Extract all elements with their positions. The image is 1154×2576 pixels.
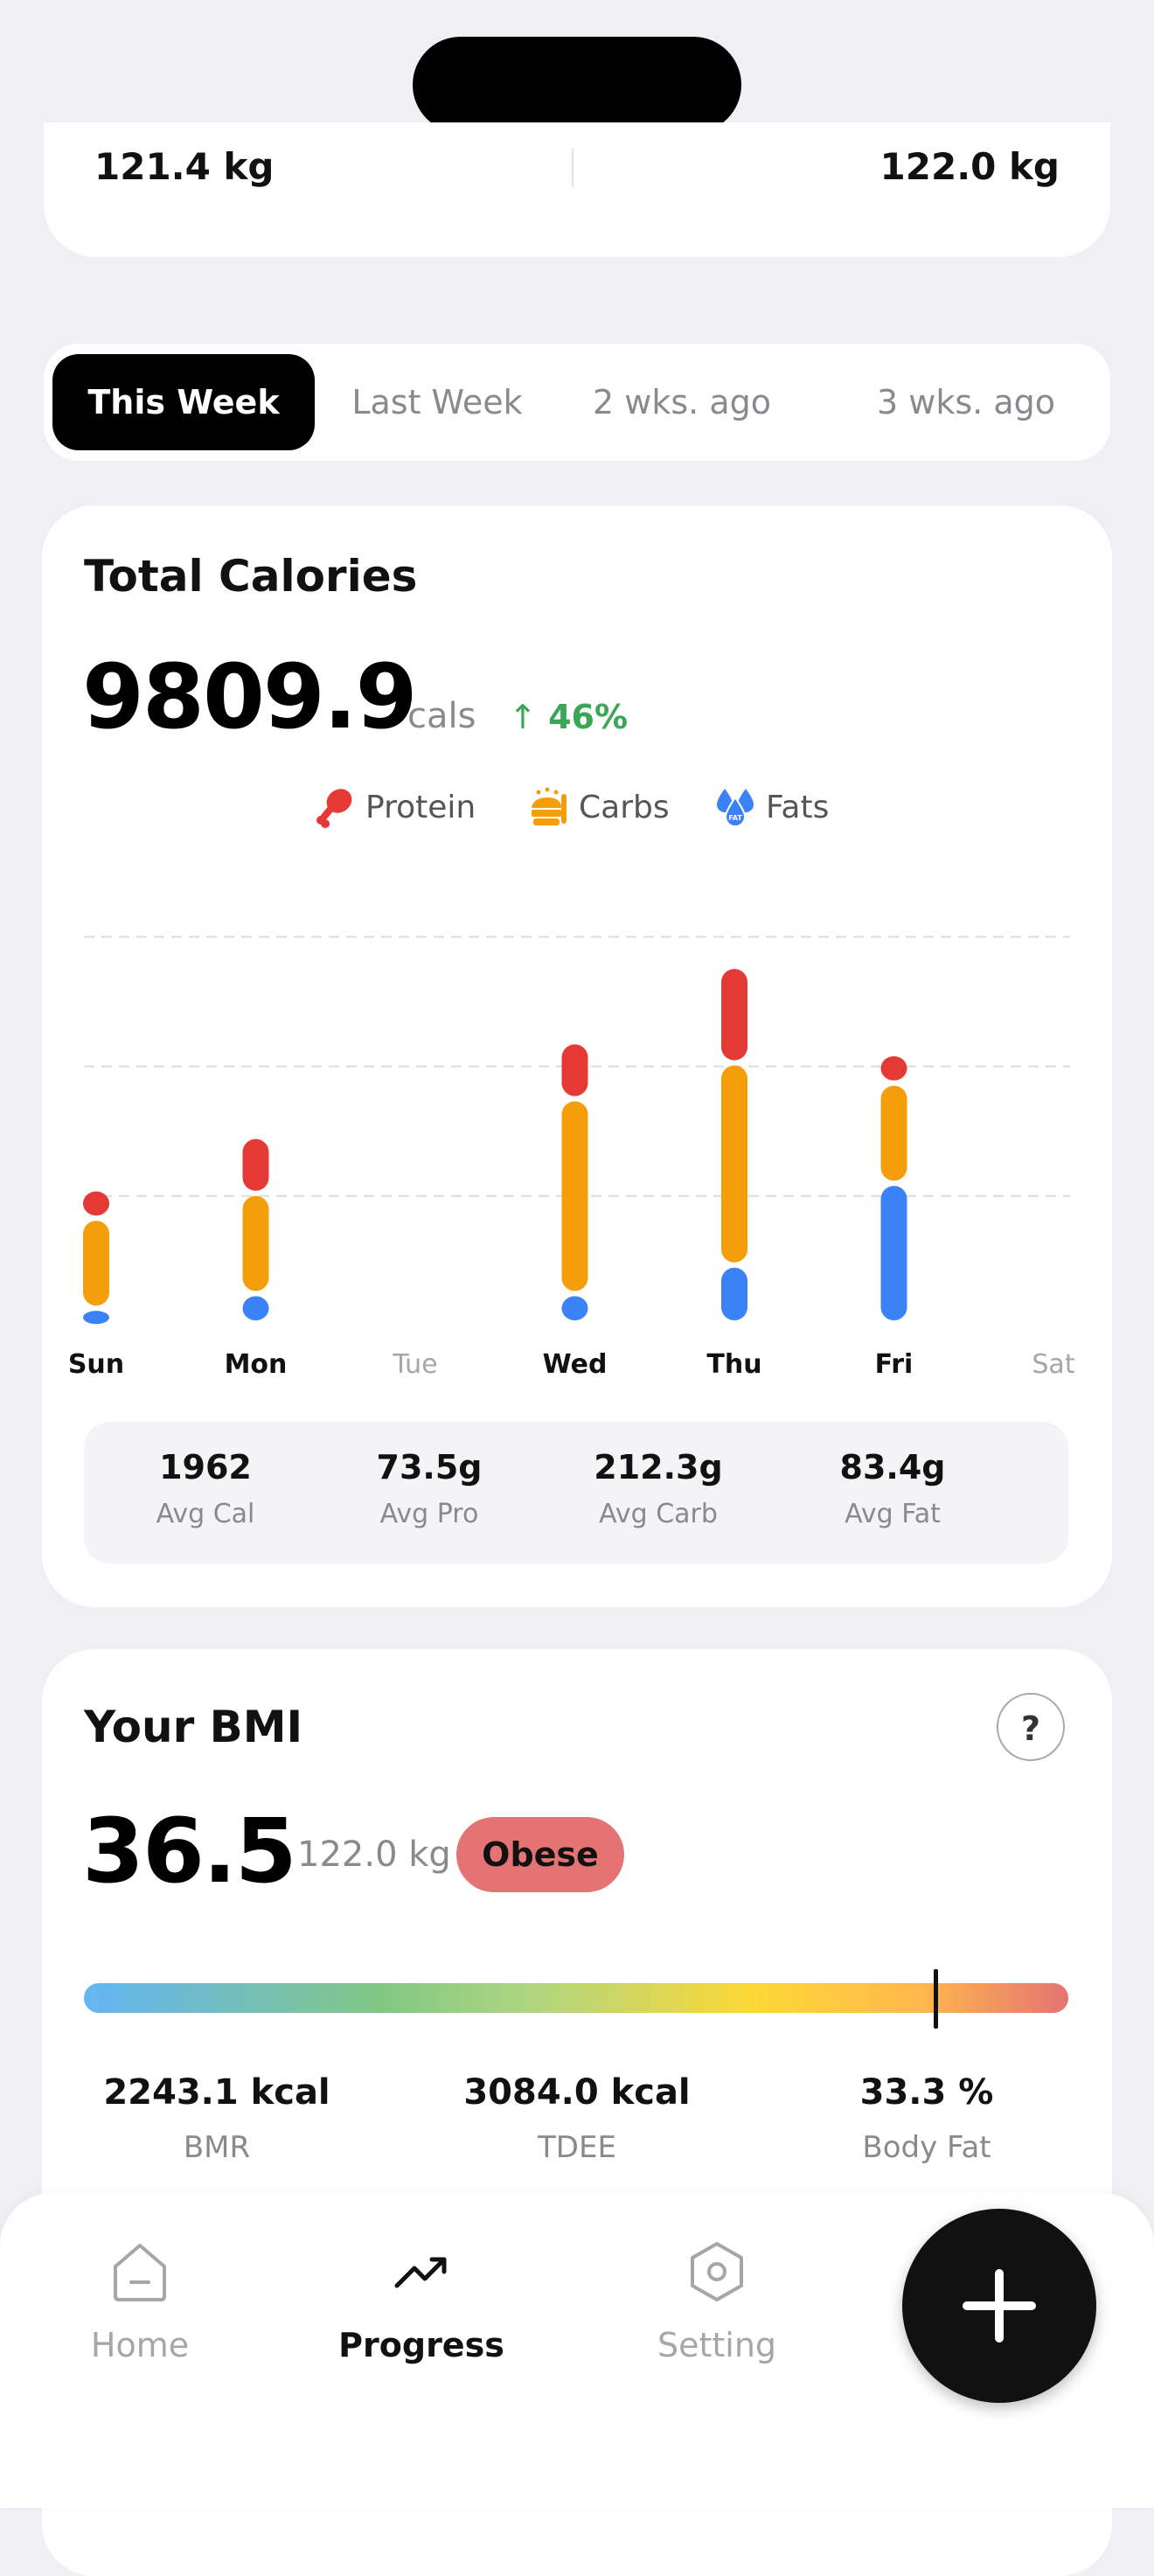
bar-mon-carbs (242, 1195, 269, 1291)
tab-3-weeks-ago[interactable]: 3 wks. ago (857, 354, 1075, 450)
day-label-wed: Wed (543, 1349, 608, 1380)
day-label-mon: Mon (225, 1349, 288, 1380)
trend-up-icon (394, 2257, 447, 2288)
bar-fri-fats (880, 1186, 907, 1320)
home-icon (114, 2244, 166, 2301)
stat-value: 212.3g (594, 1448, 723, 1486)
week-tabs: This Week Last Week 2 wks. ago 3 wks. ag… (44, 344, 1110, 461)
settings-icon (691, 2242, 743, 2301)
nav-home-label: Home (90, 2326, 190, 2364)
bar-sun-protein (83, 1191, 109, 1216)
stat-avg-cal: 1962 Avg Cal (96, 1448, 315, 1529)
stat-label: Body Fat (862, 2130, 991, 2165)
weight-summary-card: 121.4 kg 122.0 kg (44, 122, 1110, 257)
day-label-thu: Thu (706, 1349, 761, 1380)
day-label-tue: Tue (392, 1349, 437, 1380)
dynamic-island (413, 37, 741, 133)
tab-2-weeks-ago[interactable]: 2 wks. ago (577, 354, 787, 450)
bar-fri-carbs (880, 1085, 907, 1181)
nav-home[interactable]: Home (26, 2237, 254, 2364)
bar-sun-carbs (83, 1221, 109, 1306)
average-stats-panel: 1962 Avg Cal 73.5g Avg Pro 212.3g Avg Ca… (84, 1422, 1068, 1563)
nav-setting[interactable]: Setting (603, 2237, 831, 2364)
bmi-stat-bmr: 2243.1 kcal BMR (59, 2072, 374, 2165)
stat-avg-pro: 73.5g Avg Pro (320, 1448, 539, 1529)
bmi-scale-bar (84, 1983, 1068, 2013)
day-label-fri: Fri (875, 1349, 914, 1380)
nav-progress-label: Progress (338, 2326, 504, 2364)
stat-value: 2243.1 kcal (103, 2072, 330, 2113)
bar-wed-carbs (561, 1101, 588, 1291)
stat-value: 83.4g (839, 1448, 946, 1486)
stat-label: Avg Pro (379, 1499, 479, 1529)
tab-this-week[interactable]: This Week (52, 354, 315, 450)
total-calories-card: Total Calories 9809.9 cals ↑ 46% Protein… (42, 505, 1112, 1607)
bar-fri-protein (880, 1056, 907, 1081)
start-weight: 121.4 kg (94, 145, 275, 188)
stat-label: Avg Fat (845, 1499, 941, 1529)
bmi-indicator (933, 1969, 938, 2029)
stat-label: Avg Cal (156, 1499, 255, 1529)
bmi-stat-body-fat: 33.3 % Body Fat (769, 2072, 1084, 2165)
bmi-title: Your BMI (84, 1702, 303, 1752)
stat-value: 1962 (159, 1448, 252, 1486)
stat-label: BMR (183, 2130, 251, 2165)
day-label-sat: Sat (1032, 1349, 1074, 1380)
bar-wed-protein (561, 1044, 588, 1097)
bmi-stat-tdee: 3084.0 kcal TDEE (420, 2072, 734, 2165)
bar-thu-carbs (721, 1065, 747, 1263)
plus-icon (963, 2269, 1036, 2343)
bmi-weight: 122.0 kg (297, 1835, 451, 1875)
stat-avg-fat: 83.4g Avg Fat (783, 1448, 1002, 1529)
bmi-category-badge: Obese (456, 1817, 624, 1892)
calories-stacked-bar-chart: Sun Mon Tue Wed Thu Fri Sat (68, 936, 1075, 1380)
stat-value: 33.3 % (859, 2072, 994, 2113)
stat-value: 73.5g (376, 1448, 483, 1486)
stat-value: 3084.0 kcal (463, 2072, 691, 2113)
divider (572, 149, 574, 187)
bar-mon-fats (242, 1296, 269, 1320)
stat-label: Avg Carb (599, 1499, 718, 1529)
day-label-sun: Sun (68, 1349, 124, 1380)
bar-mon-protein (242, 1138, 269, 1191)
help-button[interactable]: ? (997, 1693, 1065, 1761)
bar-thu-protein (721, 969, 747, 1061)
tab-last-week[interactable]: Last Week (332, 354, 542, 450)
bar-wed-fats (561, 1296, 588, 1320)
stat-label: TDEE (538, 2130, 616, 2165)
add-entry-button[interactable] (902, 2209, 1096, 2403)
bar-sun-fats (83, 1311, 109, 1325)
current-weight: 122.0 kg (879, 145, 1060, 188)
stat-avg-carb: 212.3g Avg Carb (549, 1448, 768, 1529)
nav-setting-label: Setting (657, 2326, 777, 2364)
nav-progress[interactable]: Progress (308, 2237, 535, 2364)
bar-thu-fats (721, 1267, 747, 1320)
bmi-value: 36.5 (82, 1800, 297, 1904)
